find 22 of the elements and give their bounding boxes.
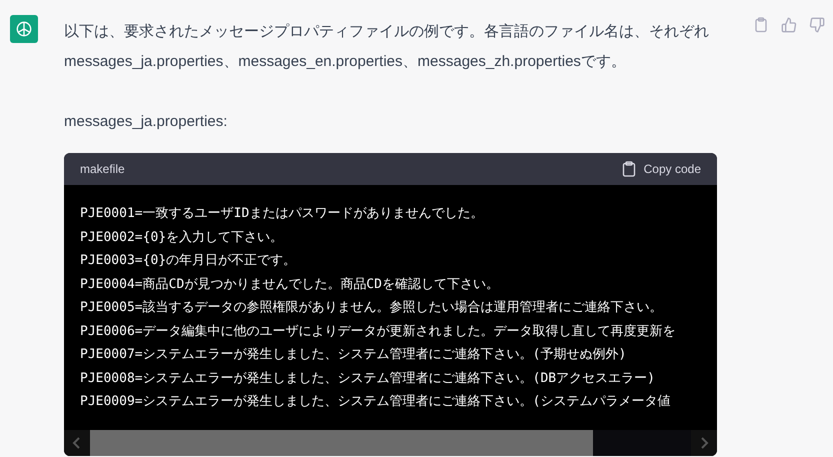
code-line: PJE0007=システムエラーが発生しました、システム管理者にご連絡下さい。(予期せぬ例外) — [80, 346, 626, 364]
thumbs-down-icon[interactable] — [809, 17, 825, 33]
code-line: PJE0008=システムエラーが発生しました、システム管理者にご連絡下さい。(DBアクセスエラー) — [80, 370, 655, 388]
message-paragraph: 以下は、要求されたメッセージプロパティファイルの例です。各言語のファイル名は、それぞれ messages_ja.properties、messages_en.properties、messages_zh.propertiesです。 — [64, 22, 710, 72]
scrollbar-thumb[interactable] — [90, 430, 593, 456]
code-line: PJE0005=該当するデータの参照権限がありません。参照したい場合は運用管理者にご連絡下さい。 — [80, 299, 663, 317]
code-line: PJE0004=商品CDが見つかりませんでした。商品CDを確認して下さい。 — [80, 276, 499, 294]
clipboard-icon — [622, 161, 636, 177]
code-line: PJE0006=データ編集中に他のユーザによりデータが更新されました。データ取得し直して再度更新を — [80, 322, 676, 340]
code-line: PJE0002={0}を入力して下さい。 — [80, 228, 284, 246]
scroll-left-icon[interactable] — [64, 430, 90, 456]
code-line: PJE0001=一致するユーザIDまたはパスワードがありませんでした。 — [80, 205, 484, 223]
copy-icon[interactable] — [753, 17, 769, 33]
code-language: makefile — [80, 161, 125, 178]
scroll-right-icon[interactable] — [691, 430, 717, 456]
thumbs-up-icon[interactable] — [781, 17, 797, 33]
message-paragraph: messages_ja.properties: — [64, 112, 228, 132]
horizontal-scrollbar[interactable] — [64, 430, 717, 456]
code-line: PJE0009=システムエラーが発生しました、システム管理者にご連絡下さい。(システムパラメータ値 — [80, 393, 670, 411]
code-line: PJE0003={0}の年月日が不正です。 — [80, 252, 296, 270]
copy-code-button[interactable]: Copy code — [622, 160, 701, 178]
assistant-avatar-icon — [10, 15, 38, 43]
